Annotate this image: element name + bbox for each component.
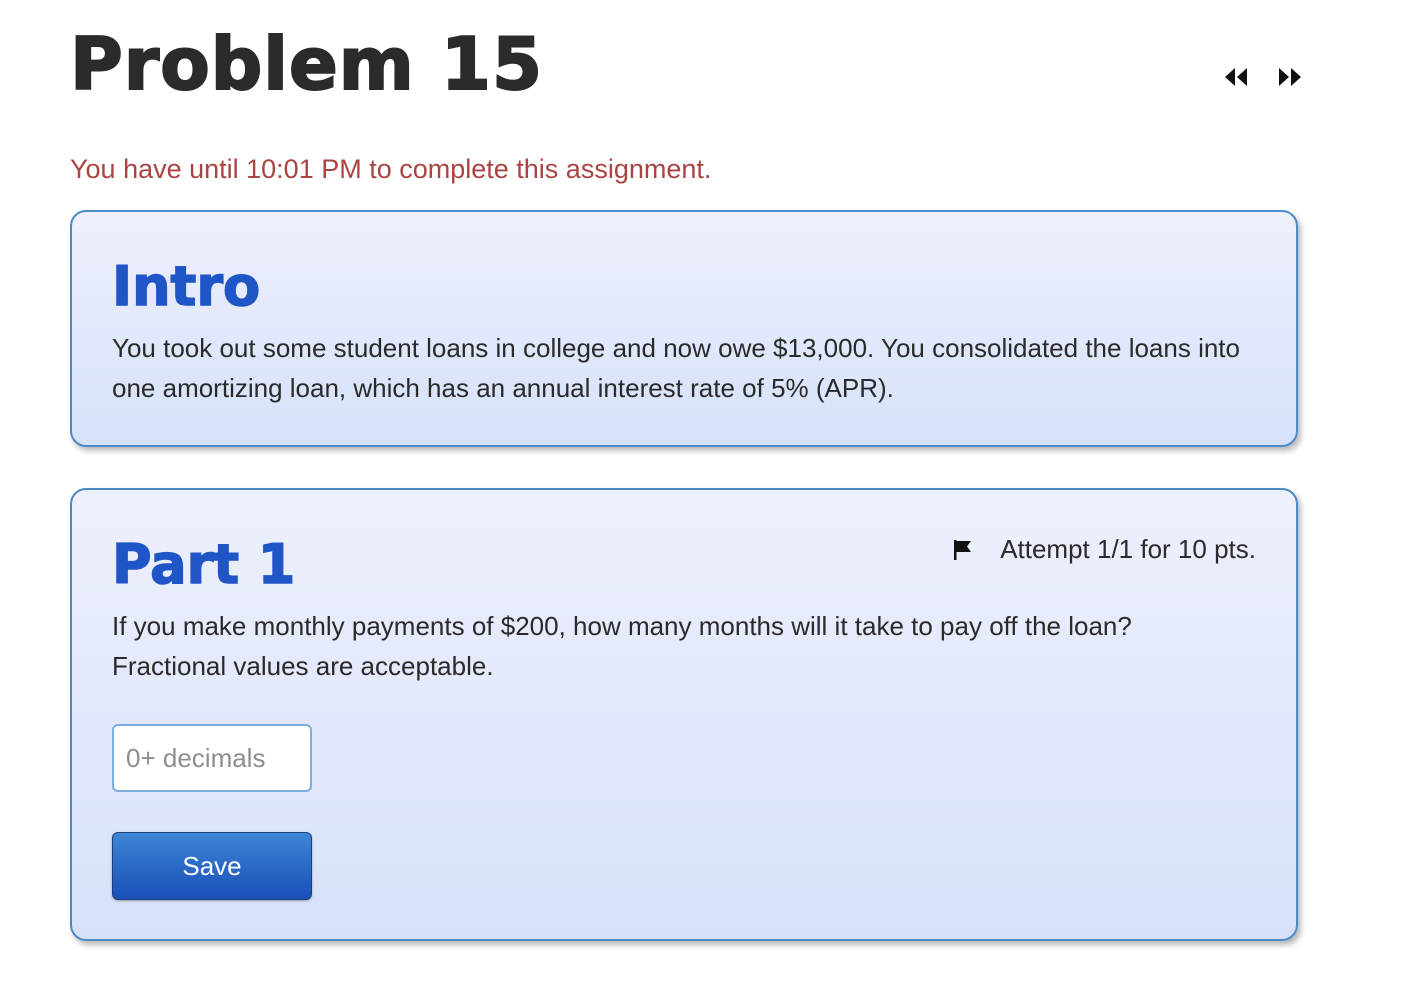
- attempt-info: Attempt 1/1 for 10 pts.: [952, 534, 1256, 565]
- page: Problem 15 You have until 10:01 PM to co…: [0, 0, 1408, 1008]
- part-1-card: Part 1 Attempt 1/1 for 10 pts. If you ma…: [70, 488, 1298, 941]
- flag-icon[interactable]: [952, 538, 974, 562]
- save-button[interactable]: Save: [112, 832, 312, 900]
- next-problem-button[interactable]: [1276, 64, 1304, 90]
- double-chevron-right-icon: [1279, 68, 1301, 86]
- part-1-question: If you make monthly payments of $200, ho…: [112, 611, 1132, 681]
- intro-heading: Intro: [111, 255, 261, 319]
- part-1-heading: Part 1: [111, 533, 296, 597]
- double-chevron-left-icon: [1225, 68, 1247, 86]
- previous-problem-button[interactable]: [1222, 64, 1250, 90]
- page-title: Problem 15: [69, 21, 544, 107]
- intro-text: You took out some student loans in colle…: [112, 333, 1240, 403]
- problem-navigation: [1222, 64, 1304, 90]
- deadline-notice: You have until 10:01 PM to complete this…: [70, 154, 712, 184]
- intro-card: Intro You took out some student loans in…: [70, 210, 1298, 447]
- answer-input[interactable]: [112, 724, 312, 792]
- attempt-text: Attempt 1/1 for 10 pts.: [1000, 534, 1256, 564]
